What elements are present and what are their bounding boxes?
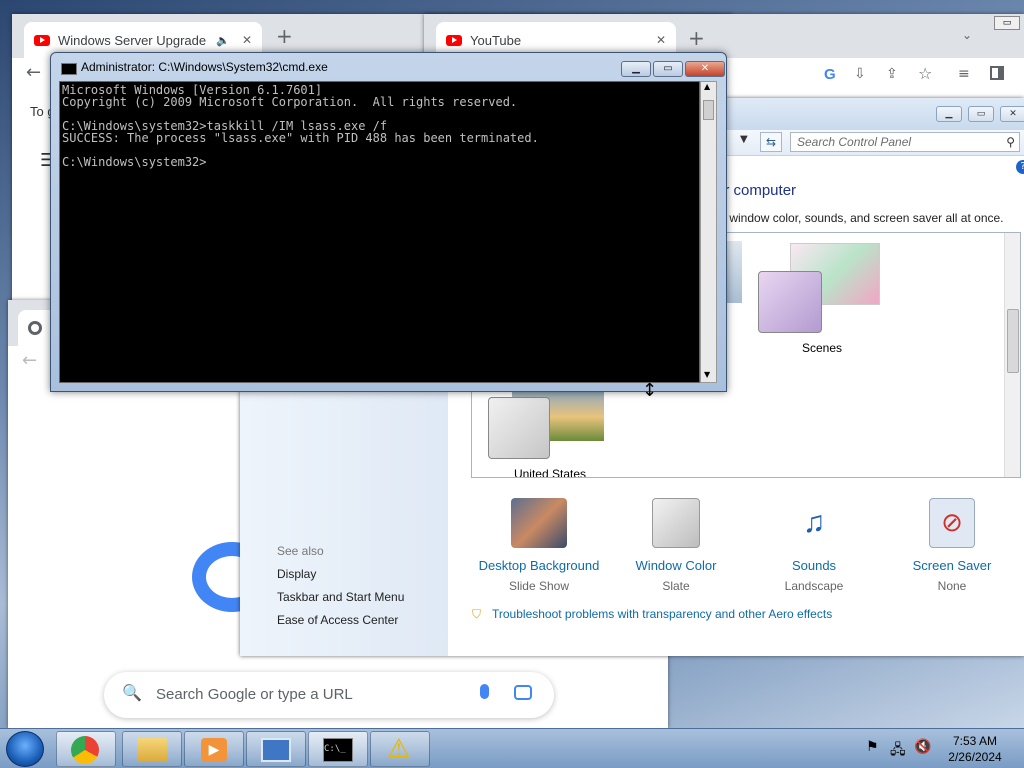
theme-label-scenes: Scenes <box>801 341 843 355</box>
maximize-button[interactable]: ▭ <box>653 61 683 77</box>
tab-search-chevron-icon[interactable]: ⌄ <box>962 28 972 42</box>
page-subheading: d, window color, sounds, and screen save… <box>716 211 1004 225</box>
item-subtitle: Slate <box>662 579 690 593</box>
cmd-icon <box>61 63 77 75</box>
tab-title: Windows Server Upgrade T <box>58 32 208 48</box>
window-restore-button[interactable]: ▭ <box>994 16 1020 30</box>
desktop-background-item[interactable]: Desktop Background Slide Show <box>469 498 609 593</box>
taskbar-warning-app[interactable]: ⚠ <box>370 731 430 767</box>
close-button[interactable]: ✕ <box>1000 106 1024 122</box>
scroll-up-icon[interactable]: ▲ <box>704 82 710 91</box>
theme-label-united-states: United States <box>513 467 587 478</box>
taskbar-chrome[interactable] <box>56 731 116 767</box>
window-color-icon <box>652 498 700 548</box>
youtube-icon <box>446 34 462 46</box>
address-dropdown-icon[interactable]: ▼ <box>740 134 748 145</box>
minimize-button[interactable]: ▁ <box>621 61 651 77</box>
minimize-button[interactable]: ▁ <box>936 106 962 122</box>
item-title: Window Color <box>635 558 717 573</box>
media-player-icon: ▶ <box>201 738 227 762</box>
cmd-icon: C:\_ <box>323 738 353 762</box>
chrome-icon <box>28 321 42 335</box>
media-control-icon[interactable]: ≡ <box>958 66 970 82</box>
help-icon[interactable]: ? <box>1016 160 1024 174</box>
cmd-window: Administrator: C:\Windows\System32\cmd.e… <box>50 52 727 392</box>
see-also-title: See also <box>277 544 324 558</box>
volume-muted-icon[interactable]: 🔇 <box>914 739 931 755</box>
network-icon[interactable]: 🖧 <box>890 739 906 763</box>
search-icon: ⚲ <box>1006 135 1015 149</box>
side-panel-icon[interactable] <box>990 66 1004 80</box>
page-heading: ur computer <box>716 182 797 199</box>
united-states-theme[interactable] <box>488 397 550 459</box>
clock-date: 2/26/2024 <box>948 750 1002 764</box>
see-also-display[interactable]: Display <box>277 567 316 581</box>
scenes-theme[interactable] <box>758 271 822 333</box>
tab-title: YouTube <box>470 32 522 48</box>
taskbar-explorer[interactable] <box>122 731 182 767</box>
item-title: Desktop Background <box>478 558 600 573</box>
back-arrow-icon[interactable]: ← <box>26 62 41 83</box>
see-also-taskbar[interactable]: Taskbar and Start Menu <box>277 590 404 604</box>
folder-icon <box>137 738 167 762</box>
search-control-panel-input[interactable]: Search Control Panel ⚲ <box>790 132 1020 152</box>
search-placeholder: Search Control Panel <box>797 135 912 149</box>
screen-saver-icon: ⊘ <box>929 498 975 548</box>
bookmark-star-icon[interactable]: ☆ <box>918 64 932 83</box>
search-icon: 🔍 <box>122 683 142 702</box>
speaker-icon: 🔈 <box>216 34 230 47</box>
item-title: Screen Saver <box>912 558 992 573</box>
sounds-icon: ♫ <box>802 506 826 539</box>
taskbar-media-player[interactable]: ▶ <box>184 731 244 767</box>
close-tab-icon[interactable]: ✕ <box>656 33 666 47</box>
desktop-background-icon <box>511 498 567 548</box>
action-center-flag-icon[interactable]: ⚑ <box>866 739 879 755</box>
taskbar-cmd[interactable]: C:\_ <box>308 731 368 767</box>
youtube-icon <box>34 34 50 46</box>
download-icon[interactable]: ⇩ <box>854 66 866 82</box>
console-output[interactable]: Microsoft Windows [Version 6.1.7601] Cop… <box>59 81 700 383</box>
console-scrollbar[interactable]: ▲ ▼ <box>700 81 717 383</box>
refresh-icon[interactable]: ⇆ <box>760 132 782 152</box>
close-tab-icon[interactable]: ✕ <box>242 33 252 47</box>
taskbar-control-panel[interactable] <box>246 731 306 767</box>
taskbar-clock[interactable]: 7:53 AM 2/26/2024 <box>940 733 1010 765</box>
item-subtitle: None <box>937 579 967 593</box>
troubleshoot-aero-link[interactable]: Troubleshoot problems with transparency … <box>492 607 832 621</box>
image-search-icon[interactable] <box>514 685 532 700</box>
chrome-icon <box>71 736 99 764</box>
item-subtitle: Landscape <box>784 579 844 593</box>
google-icon[interactable]: G <box>824 66 836 83</box>
share-icon[interactable]: ⇪ <box>886 66 898 82</box>
console-text: Microsoft Windows [Version 6.1.7601] Cop… <box>62 83 539 169</box>
window-color-item[interactable]: Window Color Slate <box>606 498 746 593</box>
new-tab-button[interactable]: + <box>688 26 705 50</box>
scroll-thumb[interactable] <box>1007 309 1019 373</box>
control-panel-icon <box>261 738 291 762</box>
start-button[interactable] <box>6 731 44 767</box>
item-title: Sounds <box>791 558 837 573</box>
sounds-item[interactable]: ♫ Sounds Landscape <box>744 498 884 593</box>
search-placeholder: Search Google or type a URL <box>156 686 353 703</box>
shield-icon: ⛉ <box>472 607 482 621</box>
taskbar: ▶ C:\_ ⚠ ⚑ 🖧 🔇 7:53 AM 2/26/2024 <box>0 728 1024 768</box>
back-arrow-icon[interactable]: ← <box>22 350 37 371</box>
clock-time: 7:53 AM <box>952 734 998 748</box>
see-also-ease-of-access[interactable]: Ease of Access Center <box>277 613 398 627</box>
theme-list-scrollbar[interactable] <box>1004 233 1020 477</box>
maximize-button[interactable]: ▭ <box>968 106 994 122</box>
google-search-box[interactable]: 🔍 Search Google or type a URL <box>104 672 554 718</box>
scroll-down-icon[interactable]: ▼ <box>704 370 710 379</box>
close-button[interactable]: ✕ <box>685 61 725 77</box>
resize-cursor-icon: ↕ <box>642 380 658 401</box>
item-subtitle: Slide Show <box>508 579 570 593</box>
new-tab-button[interactable]: + <box>276 24 293 48</box>
voice-search-icon[interactable] <box>480 684 489 699</box>
screen-saver-item[interactable]: ⊘ Screen Saver None <box>882 498 1022 593</box>
scroll-thumb[interactable] <box>703 100 714 120</box>
cmd-window-title: Administrator: C:\Windows\System32\cmd.e… <box>81 60 328 74</box>
warning-icon: ⚠ <box>387 734 411 764</box>
